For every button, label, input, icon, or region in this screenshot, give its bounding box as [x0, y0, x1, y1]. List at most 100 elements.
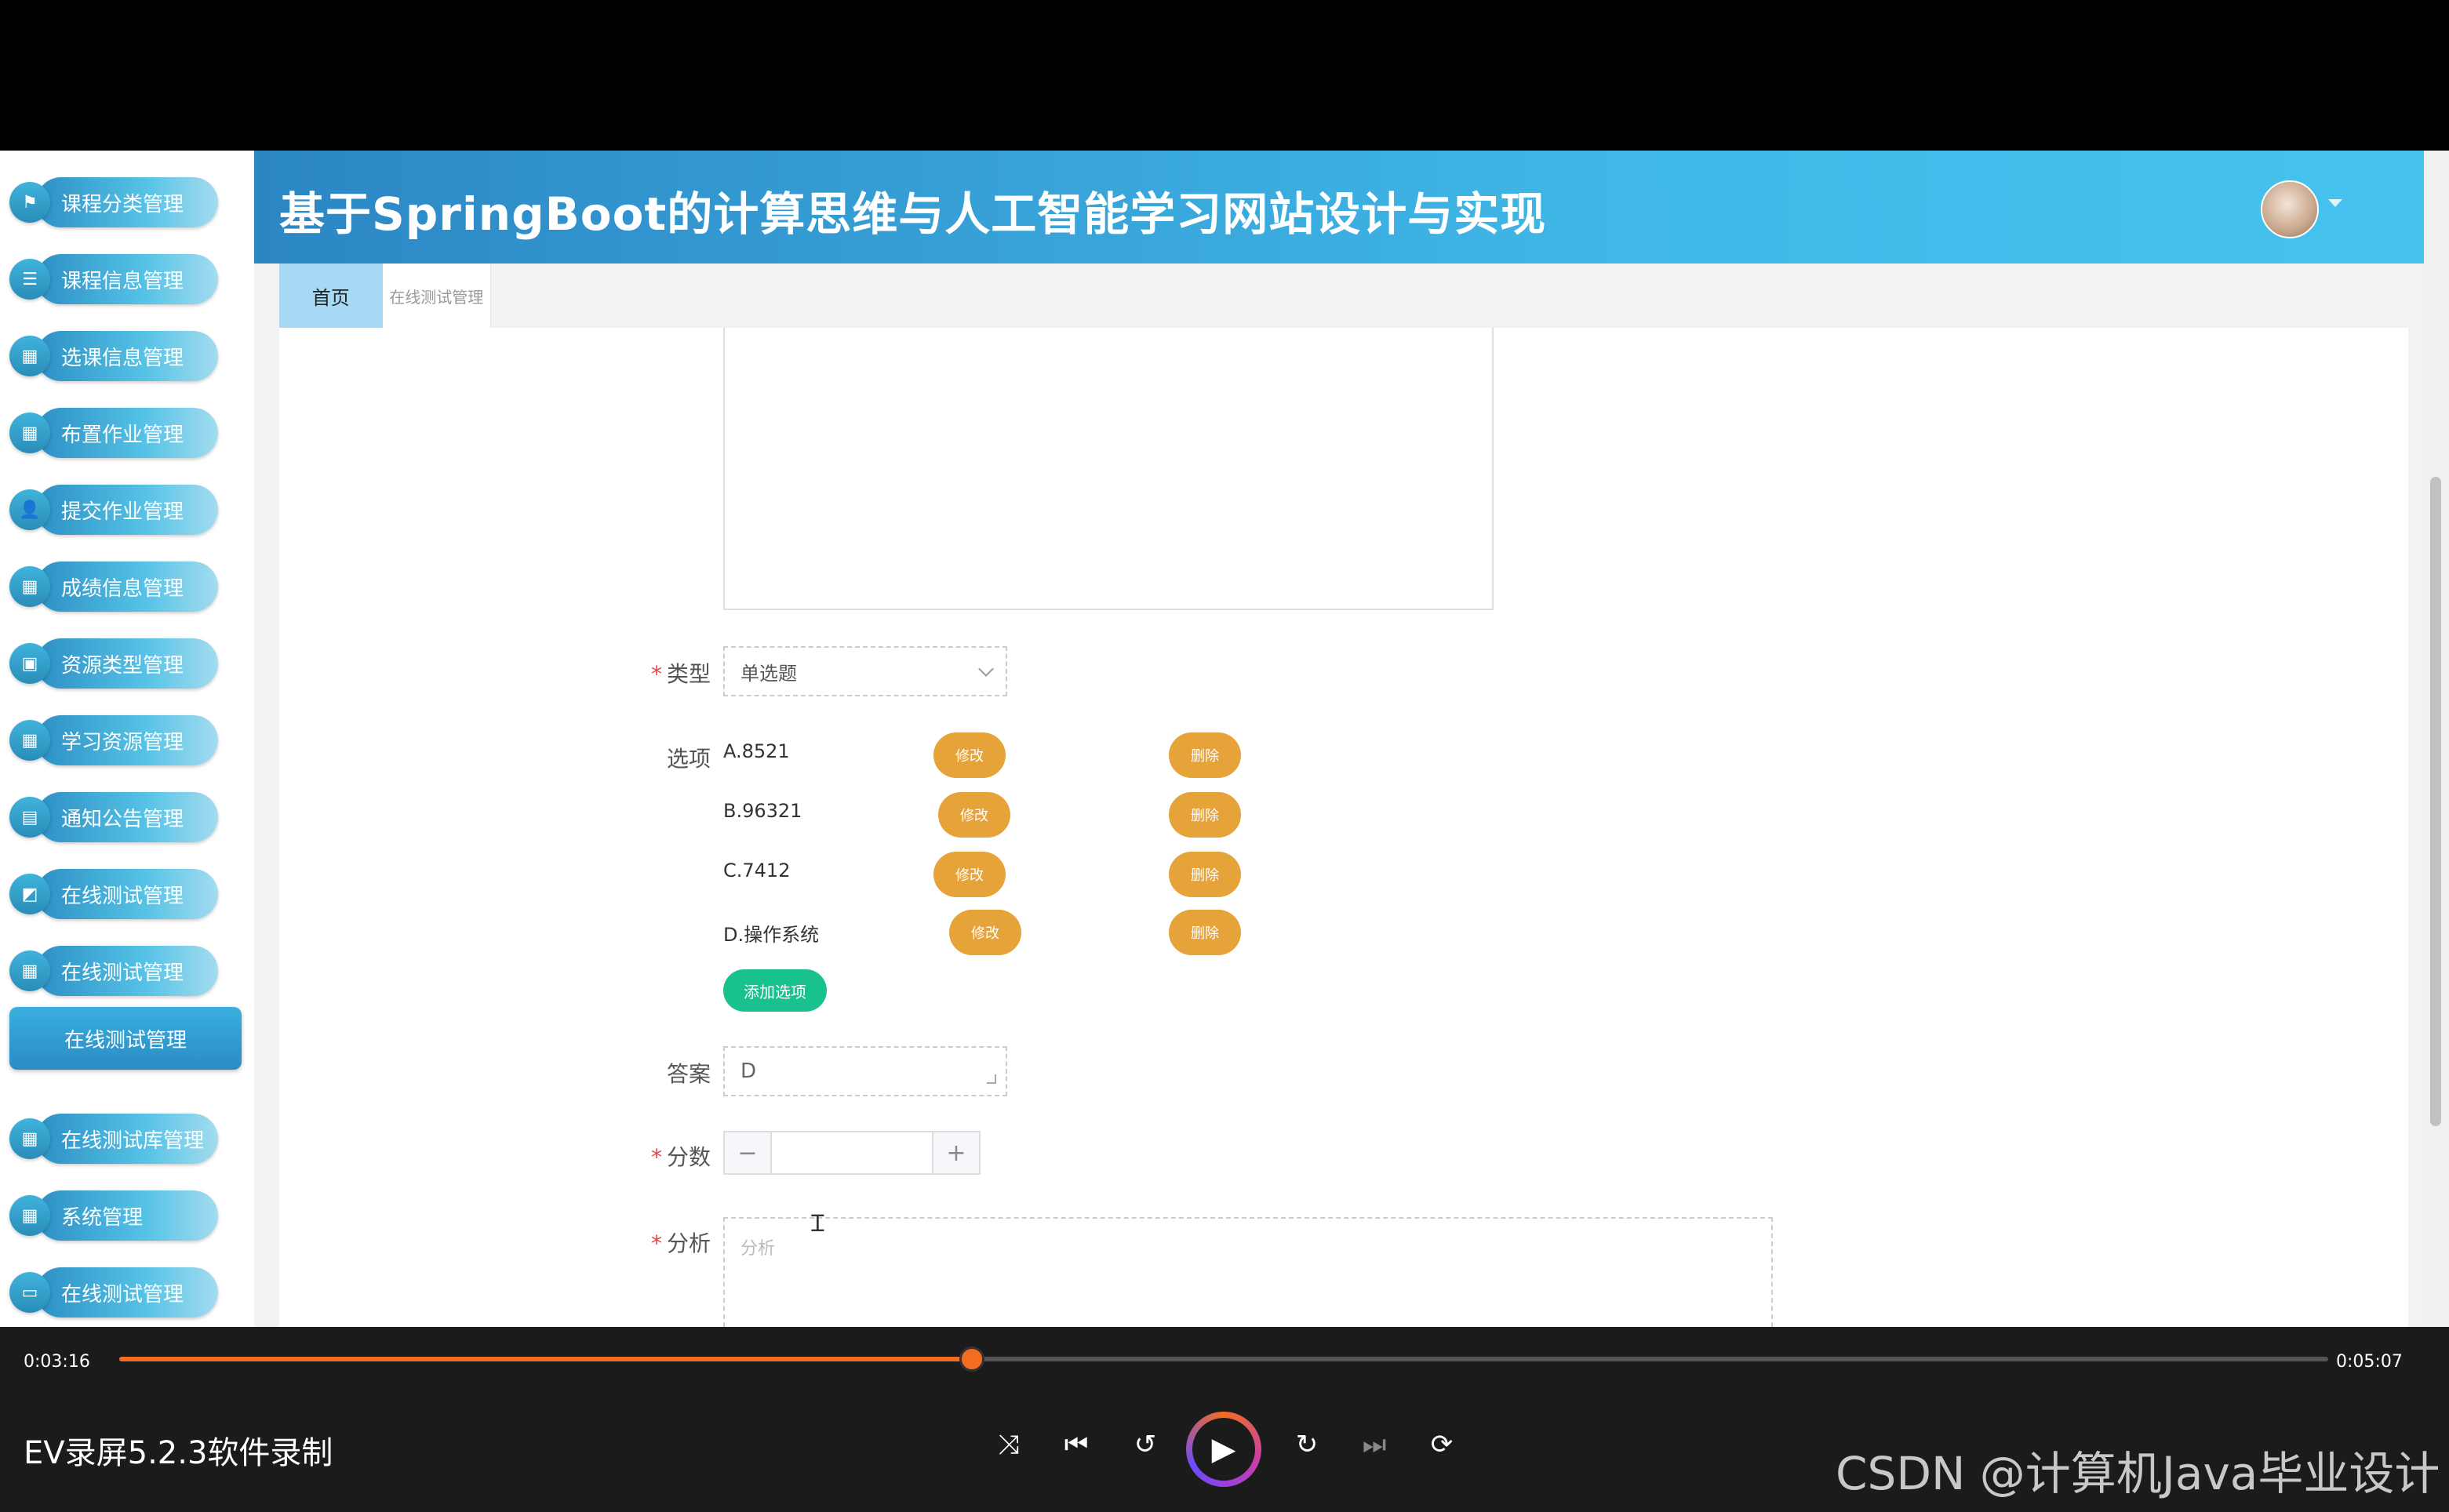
sidebar-item-grades[interactable]: ▦ 成绩信息管理 [9, 560, 218, 613]
forward-30-icon[interactable]: ↻ [1286, 1424, 1327, 1465]
edit-option-button[interactable]: 修改 [949, 910, 1021, 955]
total-time: 0:05:07 [2336, 1352, 2403, 1372]
answer-value: D [741, 1059, 757, 1083]
type-select-value: 单选题 [741, 662, 797, 685]
recorder-label: EV录屏5.2.3软件录制 [24, 1435, 333, 1471]
type-label: * 类型 [650, 661, 711, 687]
add-option-button[interactable]: 添加选项 [723, 969, 827, 1012]
chart-icon: ◩ [9, 874, 50, 914]
tab-online-test[interactable]: 在线测试管理 [383, 264, 491, 328]
sidebar-item-label: 在线测试管理 [36, 1267, 218, 1318]
grid-icon: ▦ [9, 1118, 50, 1159]
tab-bar: 首页 在线测试管理 [279, 264, 491, 328]
chevron-down-icon[interactable] [2328, 199, 2342, 207]
avatar[interactable] [2261, 180, 2319, 238]
sidebar-item-online-test-3[interactable]: ▭ 在线测试管理 [9, 1266, 218, 1319]
increment-button[interactable]: + [932, 1132, 979, 1173]
current-time: 0:03:16 [24, 1352, 90, 1372]
sidebar-item-label: 在线测试管理 [36, 869, 218, 919]
previous-icon[interactable]: ⏮ [1056, 1424, 1097, 1465]
sidebar-item-label: 布置作业管理 [36, 408, 218, 458]
sidebar-item-notice[interactable]: ▤ 通知公告管理 [9, 791, 218, 844]
grid-icon: ▦ [9, 336, 50, 376]
sidebar-item-resource-type[interactable]: ▣ 资源类型管理 [9, 637, 218, 690]
progress-track[interactable] [119, 1347, 2328, 1372]
next-icon[interactable]: ⏭ [1354, 1424, 1395, 1465]
sidebar-item-label: 课程分类管理 [36, 177, 218, 227]
decrement-button[interactable]: − [725, 1132, 772, 1173]
option-text: A.8521 [723, 740, 790, 762]
delete-option-button[interactable]: 删除 [1169, 732, 1241, 778]
grid-icon: ▦ [9, 413, 50, 453]
type-select[interactable]: 单选题 [723, 646, 1007, 696]
play-icon: ▶ [1192, 1418, 1255, 1481]
edit-option-button[interactable]: 修改 [933, 732, 1006, 778]
analysis-label: * 分析 [650, 1230, 711, 1256]
sidebar-item-system[interactable]: ▦ 系统管理 [9, 1189, 218, 1242]
scrollbar-thumb[interactable] [2430, 477, 2441, 1126]
sidebar-item-course-selection[interactable]: ▦ 选课信息管理 [9, 329, 218, 383]
screen-icon: ▭ [9, 1272, 50, 1313]
analysis-textarea[interactable]: 分析 [723, 1217, 1773, 1327]
question-editor[interactable] [723, 328, 1494, 610]
delete-option-button[interactable]: 删除 [1169, 792, 1241, 838]
shuffle-icon[interactable]: ⤨ [988, 1424, 1029, 1465]
page-title: 基于SpringBoot的计算思维与人工智能学习网站设计与实现 [279, 187, 1547, 241]
score-label: * 分数 [650, 1144, 711, 1170]
header-bar: 基于SpringBoot的计算思维与人工智能学习网站设计与实现 [254, 151, 2436, 264]
sidebar-item-label: 课程信息管理 [36, 254, 218, 304]
sidebar-item-label: 在线测试管理 [36, 946, 218, 996]
sidebar-item-label: 系统管理 [36, 1190, 218, 1241]
sidebar-item-course-info[interactable]: ☰ 课程信息管理 [9, 253, 218, 306]
progress-knob[interactable] [959, 1347, 984, 1372]
tab-home[interactable]: 首页 [279, 264, 383, 328]
user-icon: 👤 [9, 489, 50, 530]
text-cursor-icon: Ɪ [811, 1210, 824, 1238]
answer-label: 答案 [666, 1061, 711, 1087]
answer-field[interactable]: D [723, 1046, 1007, 1096]
sidebar: ⚑ 课程分类管理 ☰ 课程信息管理 ▦ 选课信息管理 ▦ 布置作业管理 👤 提交… [0, 151, 254, 1327]
edit-option-button[interactable]: 修改 [938, 792, 1010, 838]
grid-icon: ▦ [9, 950, 50, 991]
watermark: CSDN @计算机Java毕业设计 [1836, 1447, 2440, 1500]
grid-icon: ▦ [9, 566, 50, 607]
briefcase-icon: ▣ [9, 643, 50, 684]
sidebar-item-label: 提交作业管理 [36, 485, 218, 535]
rewind-10-icon[interactable]: ↺ [1125, 1424, 1166, 1465]
sidebar-item-test-bank[interactable]: ▦ 在线测试库管理 [9, 1112, 218, 1165]
score-stepper[interactable]: − + [723, 1131, 981, 1175]
score-input[interactable] [772, 1132, 932, 1173]
main-content: 首页 在线测试管理 * 类型 单选题 选项 A.8521 修改 删除 B.9632… [254, 264, 2436, 1327]
progress-fill [119, 1357, 972, 1361]
sidebar-item-label: 资源类型管理 [36, 638, 218, 689]
resize-handle-icon[interactable] [987, 1074, 996, 1084]
sidebar-item-learning-resource[interactable]: ▦ 学习资源管理 [9, 714, 218, 767]
sidebar-item-online-test-1[interactable]: ◩ 在线测试管理 [9, 867, 218, 921]
repeat-icon[interactable]: ⟳ [1421, 1424, 1462, 1465]
edit-option-button[interactable]: 修改 [933, 852, 1006, 897]
form-panel: * 类型 单选题 选项 A.8521 修改 删除 B.96321 修改 删除 C.… [279, 328, 2408, 1327]
play-button[interactable]: ▶ [1186, 1412, 1261, 1487]
sidebar-item-assign-homework[interactable]: ▦ 布置作业管理 [9, 406, 218, 460]
app-window: ⚑ 课程分类管理 ☰ 课程信息管理 ▦ 选课信息管理 ▦ 布置作业管理 👤 提交… [0, 0, 2449, 1512]
option-text: C.7412 [723, 860, 791, 881]
sidebar-item-label: 成绩信息管理 [36, 562, 218, 612]
list-icon: ☰ [9, 259, 50, 300]
delete-option-button[interactable]: 删除 [1169, 910, 1241, 955]
vertical-scrollbar[interactable] [2424, 151, 2449, 1327]
flag-icon: ⚑ [9, 182, 50, 223]
sidebar-item-label: 选课信息管理 [36, 331, 218, 381]
chevron-down-icon [978, 661, 994, 677]
sidebar-item-course-category[interactable]: ⚑ 课程分类管理 [9, 176, 218, 229]
delete-option-button[interactable]: 删除 [1169, 852, 1241, 897]
options-label: 选项 [666, 746, 711, 772]
video-player-bar: 0:03:16 0:05:07 EV录屏5.2.3软件录制 ⤨ ⏮ ↺ ▶ ↻ … [0, 1327, 2449, 1512]
sidebar-item-online-test-2[interactable]: ▦ 在线测试管理 [9, 944, 218, 998]
sidebar-item-label: 学习资源管理 [36, 715, 218, 765]
sidebar-item-label: 在线测试库管理 [36, 1114, 218, 1164]
option-text: D.操作系统 [723, 924, 820, 946]
sidebar-item-label: 通知公告管理 [36, 792, 218, 842]
table-icon: ▤ [9, 797, 50, 838]
sidebar-item-submit-homework[interactable]: 👤 提交作业管理 [9, 483, 218, 536]
sidebar-item-online-test-active[interactable]: 在线测试管理 [9, 1007, 242, 1070]
